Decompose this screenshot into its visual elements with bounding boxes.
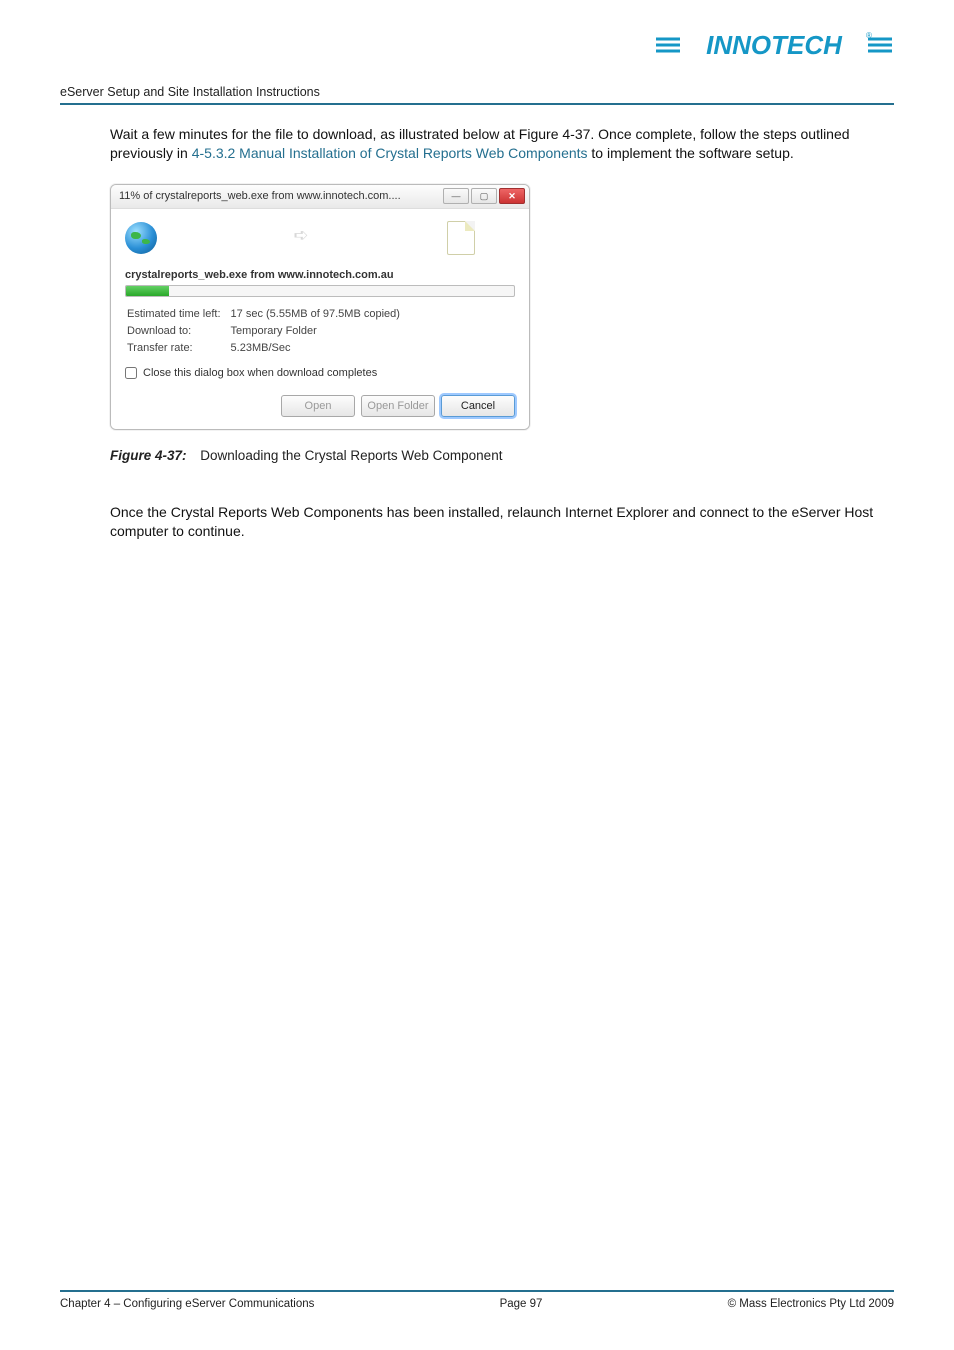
download-file-line: crystalreports_web.exe from www.innotech…	[125, 269, 515, 281]
link-manual-install[interactable]: 4-5.3.2 Manual Installation of Crystal R…	[192, 145, 588, 161]
document-title: eServer Setup and Site Installation Inst…	[60, 85, 894, 105]
transfer-arrow-icon	[157, 229, 447, 246]
logo-text: INNOTECH	[706, 30, 843, 60]
close-when-done-label: Close this dialog box when download comp…	[143, 367, 377, 379]
paragraph-intro: Wait a few minutes for the file to downl…	[110, 125, 894, 164]
figure-label: Figure 4-37:	[110, 448, 187, 463]
progress-bar	[125, 285, 515, 297]
globe-icon	[125, 222, 157, 254]
open-folder-button[interactable]: Open Folder	[361, 395, 435, 417]
svg-text:®: ®	[866, 31, 872, 40]
table-row: Download to: Temporary Folder	[127, 324, 400, 339]
dialog-titlebar: 11% of crystalreports_web.exe from www.i…	[111, 185, 529, 209]
minimize-button[interactable]: —	[443, 188, 469, 204]
table-row: Transfer rate: 5.23MB/Sec	[127, 341, 400, 356]
file-icon	[447, 221, 475, 255]
footer-chapter: Chapter 4 – Configuring eServer Communic…	[60, 1298, 314, 1310]
figure-caption: Figure 4-37: Downloading the Crystal Rep…	[110, 448, 894, 463]
download-to-label: Download to:	[127, 324, 229, 339]
progress-fill	[126, 286, 169, 296]
footer-copyright: © Mass Electronics Pty Ltd 2009	[728, 1298, 894, 1310]
close-when-done-option[interactable]: Close this dialog box when download comp…	[125, 367, 515, 379]
para-text-tail: to implement the software setup.	[588, 145, 794, 161]
figure-caption-text: Downloading the Crystal Reports Web Comp…	[200, 448, 502, 463]
est-time-label: Estimated time left:	[127, 307, 229, 322]
page-footer: Chapter 4 – Configuring eServer Communic…	[60, 1290, 894, 1310]
close-when-done-checkbox[interactable]	[125, 367, 137, 379]
footer-page-number: Page 97	[500, 1298, 543, 1310]
download-dialog-window: 11% of crystalreports_web.exe from www.i…	[110, 184, 530, 430]
download-to-value: Temporary Folder	[231, 324, 400, 339]
figure-download-dialog: 11% of crystalreports_web.exe from www.i…	[110, 184, 894, 430]
cancel-button[interactable]: Cancel	[441, 395, 515, 417]
table-row: Estimated time left: 17 sec (5.55MB of 9…	[127, 307, 400, 322]
paragraph-after: Once the Crystal Reports Web Components …	[110, 503, 894, 542]
open-button[interactable]: Open	[281, 395, 355, 417]
transfer-rate-label: Transfer rate:	[127, 341, 229, 356]
close-button[interactable]: ✕	[499, 188, 525, 204]
brand-logo: INNOTECH ®	[60, 28, 894, 67]
transfer-rate-value: 5.23MB/Sec	[231, 341, 400, 356]
download-details-table: Estimated time left: 17 sec (5.55MB of 9…	[125, 305, 402, 359]
dialog-title-text: 11% of crystalreports_web.exe from www.i…	[119, 190, 443, 202]
maximize-button[interactable]: ▢	[471, 188, 497, 204]
est-time-value: 17 sec (5.55MB of 97.5MB copied)	[231, 307, 400, 322]
